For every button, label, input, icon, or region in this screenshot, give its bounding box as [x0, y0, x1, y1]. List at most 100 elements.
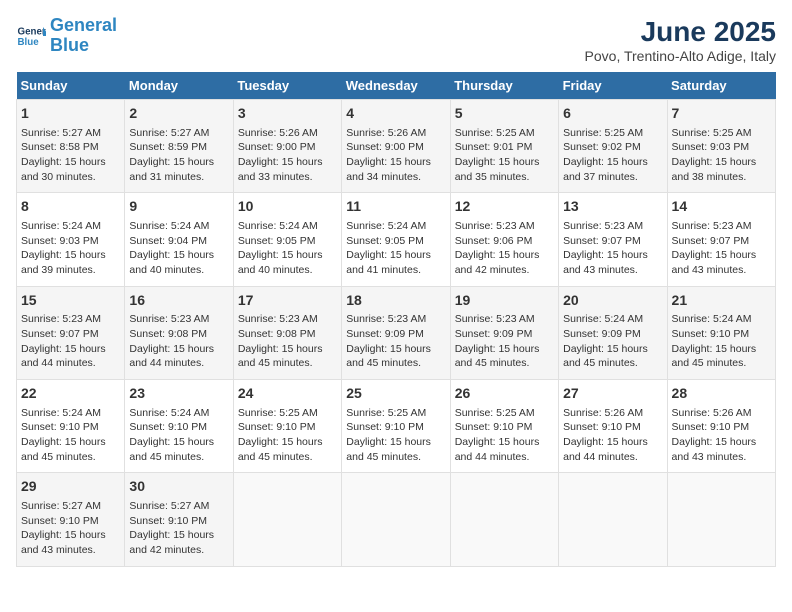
day-cell-18: 18 Sunrise: 5:23 AM Sunset: 9:09 PM Dayl…	[342, 286, 450, 379]
day-cell-9: 9 Sunrise: 5:24 AM Sunset: 9:04 PM Dayli…	[125, 193, 233, 286]
sunrise-label: Sunrise: 5:25 AM	[563, 127, 643, 139]
sunset-label: Sunset: 9:10 PM	[455, 421, 533, 433]
sunset-label: Sunset: 9:10 PM	[672, 421, 750, 433]
day-number: 14	[672, 197, 771, 217]
daylight-label: Daylight: 15 hours and 43 minutes.	[21, 529, 106, 556]
sunset-label: Sunset: 9:03 PM	[672, 141, 750, 153]
sunrise-label: Sunrise: 5:25 AM	[672, 127, 752, 139]
empty-cell	[559, 473, 667, 566]
day-number: 21	[672, 291, 771, 311]
sunrise-label: Sunrise: 5:24 AM	[129, 220, 209, 232]
sunset-label: Sunset: 9:10 PM	[238, 421, 316, 433]
sunrise-label: Sunrise: 5:24 AM	[21, 407, 101, 419]
empty-cell	[342, 473, 450, 566]
day-number: 3	[238, 104, 337, 124]
daylight-label: Daylight: 15 hours and 45 minutes.	[346, 436, 431, 463]
day-cell-26: 26 Sunrise: 5:25 AM Sunset: 9:10 PM Dayl…	[450, 380, 558, 473]
sunset-label: Sunset: 9:06 PM	[455, 235, 533, 247]
daylight-label: Daylight: 15 hours and 38 minutes.	[672, 156, 757, 183]
day-number: 5	[455, 104, 554, 124]
daylight-label: Daylight: 15 hours and 40 minutes.	[238, 249, 323, 276]
daylight-label: Daylight: 15 hours and 43 minutes.	[563, 249, 648, 276]
sunset-label: Sunset: 9:08 PM	[238, 328, 316, 340]
daylight-label: Daylight: 15 hours and 35 minutes.	[455, 156, 540, 183]
sunset-label: Sunset: 9:10 PM	[346, 421, 424, 433]
daylight-label: Daylight: 15 hours and 45 minutes.	[129, 436, 214, 463]
day-number: 25	[346, 384, 445, 404]
header-friday: Friday	[559, 72, 667, 100]
title-area: June 2025 Povo, Trentino-Alto Adige, Ita…	[585, 16, 776, 64]
day-number: 12	[455, 197, 554, 217]
day-cell-2: 2 Sunrise: 5:27 AM Sunset: 8:59 PM Dayli…	[125, 100, 233, 193]
day-number: 19	[455, 291, 554, 311]
sunset-label: Sunset: 9:08 PM	[129, 328, 207, 340]
day-cell-12: 12 Sunrise: 5:23 AM Sunset: 9:06 PM Dayl…	[450, 193, 558, 286]
day-number: 2	[129, 104, 228, 124]
daylight-label: Daylight: 15 hours and 45 minutes.	[672, 343, 757, 370]
sunrise-label: Sunrise: 5:23 AM	[129, 313, 209, 325]
sunset-label: Sunset: 9:10 PM	[129, 515, 207, 527]
sunset-label: Sunset: 9:05 PM	[346, 235, 424, 247]
day-cell-5: 5 Sunrise: 5:25 AM Sunset: 9:01 PM Dayli…	[450, 100, 558, 193]
svg-text:General: General	[18, 26, 47, 37]
calendar-week-1: 1 Sunrise: 5:27 AM Sunset: 8:58 PM Dayli…	[17, 100, 776, 193]
day-cell-19: 19 Sunrise: 5:23 AM Sunset: 9:09 PM Dayl…	[450, 286, 558, 379]
day-cell-7: 7 Sunrise: 5:25 AM Sunset: 9:03 PM Dayli…	[667, 100, 775, 193]
day-number: 24	[238, 384, 337, 404]
calendar-week-4: 22 Sunrise: 5:24 AM Sunset: 9:10 PM Dayl…	[17, 380, 776, 473]
sunset-label: Sunset: 9:05 PM	[238, 235, 316, 247]
daylight-label: Daylight: 15 hours and 45 minutes.	[238, 436, 323, 463]
day-cell-24: 24 Sunrise: 5:25 AM Sunset: 9:10 PM Dayl…	[233, 380, 341, 473]
day-number: 8	[21, 197, 120, 217]
day-cell-6: 6 Sunrise: 5:25 AM Sunset: 9:02 PM Dayli…	[559, 100, 667, 193]
calendar-header-row: Sunday Monday Tuesday Wednesday Thursday…	[17, 72, 776, 100]
sunrise-label: Sunrise: 5:25 AM	[455, 407, 535, 419]
daylight-label: Daylight: 15 hours and 33 minutes.	[238, 156, 323, 183]
day-number: 10	[238, 197, 337, 217]
day-number: 9	[129, 197, 228, 217]
day-cell-29: 29 Sunrise: 5:27 AM Sunset: 9:10 PM Dayl…	[17, 473, 125, 566]
daylight-label: Daylight: 15 hours and 43 minutes.	[672, 436, 757, 463]
sunrise-label: Sunrise: 5:24 AM	[563, 313, 643, 325]
daylight-label: Daylight: 15 hours and 44 minutes.	[21, 343, 106, 370]
day-number: 17	[238, 291, 337, 311]
day-cell-4: 4 Sunrise: 5:26 AM Sunset: 9:00 PM Dayli…	[342, 100, 450, 193]
sunset-label: Sunset: 9:10 PM	[21, 421, 99, 433]
day-number: 16	[129, 291, 228, 311]
day-number: 23	[129, 384, 228, 404]
day-cell-3: 3 Sunrise: 5:26 AM Sunset: 9:00 PM Dayli…	[233, 100, 341, 193]
sunrise-label: Sunrise: 5:26 AM	[563, 407, 643, 419]
day-cell-14: 14 Sunrise: 5:23 AM Sunset: 9:07 PM Dayl…	[667, 193, 775, 286]
sunrise-label: Sunrise: 5:23 AM	[455, 313, 535, 325]
sunrise-label: Sunrise: 5:25 AM	[455, 127, 535, 139]
day-cell-30: 30 Sunrise: 5:27 AM Sunset: 9:10 PM Dayl…	[125, 473, 233, 566]
day-number: 18	[346, 291, 445, 311]
day-cell-15: 15 Sunrise: 5:23 AM Sunset: 9:07 PM Dayl…	[17, 286, 125, 379]
day-number: 13	[563, 197, 662, 217]
sunset-label: Sunset: 9:02 PM	[563, 141, 641, 153]
day-cell-25: 25 Sunrise: 5:25 AM Sunset: 9:10 PM Dayl…	[342, 380, 450, 473]
sunrise-label: Sunrise: 5:26 AM	[238, 127, 318, 139]
sunrise-label: Sunrise: 5:23 AM	[563, 220, 643, 232]
day-cell-27: 27 Sunrise: 5:26 AM Sunset: 9:10 PM Dayl…	[559, 380, 667, 473]
logo-icon: General Blue	[16, 21, 46, 51]
daylight-label: Daylight: 15 hours and 31 minutes.	[129, 156, 214, 183]
sunrise-label: Sunrise: 5:23 AM	[455, 220, 535, 232]
day-number: 26	[455, 384, 554, 404]
header-monday: Monday	[125, 72, 233, 100]
sunset-label: Sunset: 9:00 PM	[346, 141, 424, 153]
day-number: 1	[21, 104, 120, 124]
day-cell-13: 13 Sunrise: 5:23 AM Sunset: 9:07 PM Dayl…	[559, 193, 667, 286]
header-thursday: Thursday	[450, 72, 558, 100]
calendar-week-3: 15 Sunrise: 5:23 AM Sunset: 9:07 PM Dayl…	[17, 286, 776, 379]
day-number: 22	[21, 384, 120, 404]
day-number: 7	[672, 104, 771, 124]
svg-text:Blue: Blue	[18, 37, 40, 48]
daylight-label: Daylight: 15 hours and 34 minutes.	[346, 156, 431, 183]
day-number: 6	[563, 104, 662, 124]
daylight-label: Daylight: 15 hours and 45 minutes.	[455, 343, 540, 370]
daylight-label: Daylight: 15 hours and 45 minutes.	[563, 343, 648, 370]
daylight-label: Daylight: 15 hours and 45 minutes.	[238, 343, 323, 370]
sunrise-label: Sunrise: 5:23 AM	[21, 313, 101, 325]
sunrise-label: Sunrise: 5:24 AM	[129, 407, 209, 419]
